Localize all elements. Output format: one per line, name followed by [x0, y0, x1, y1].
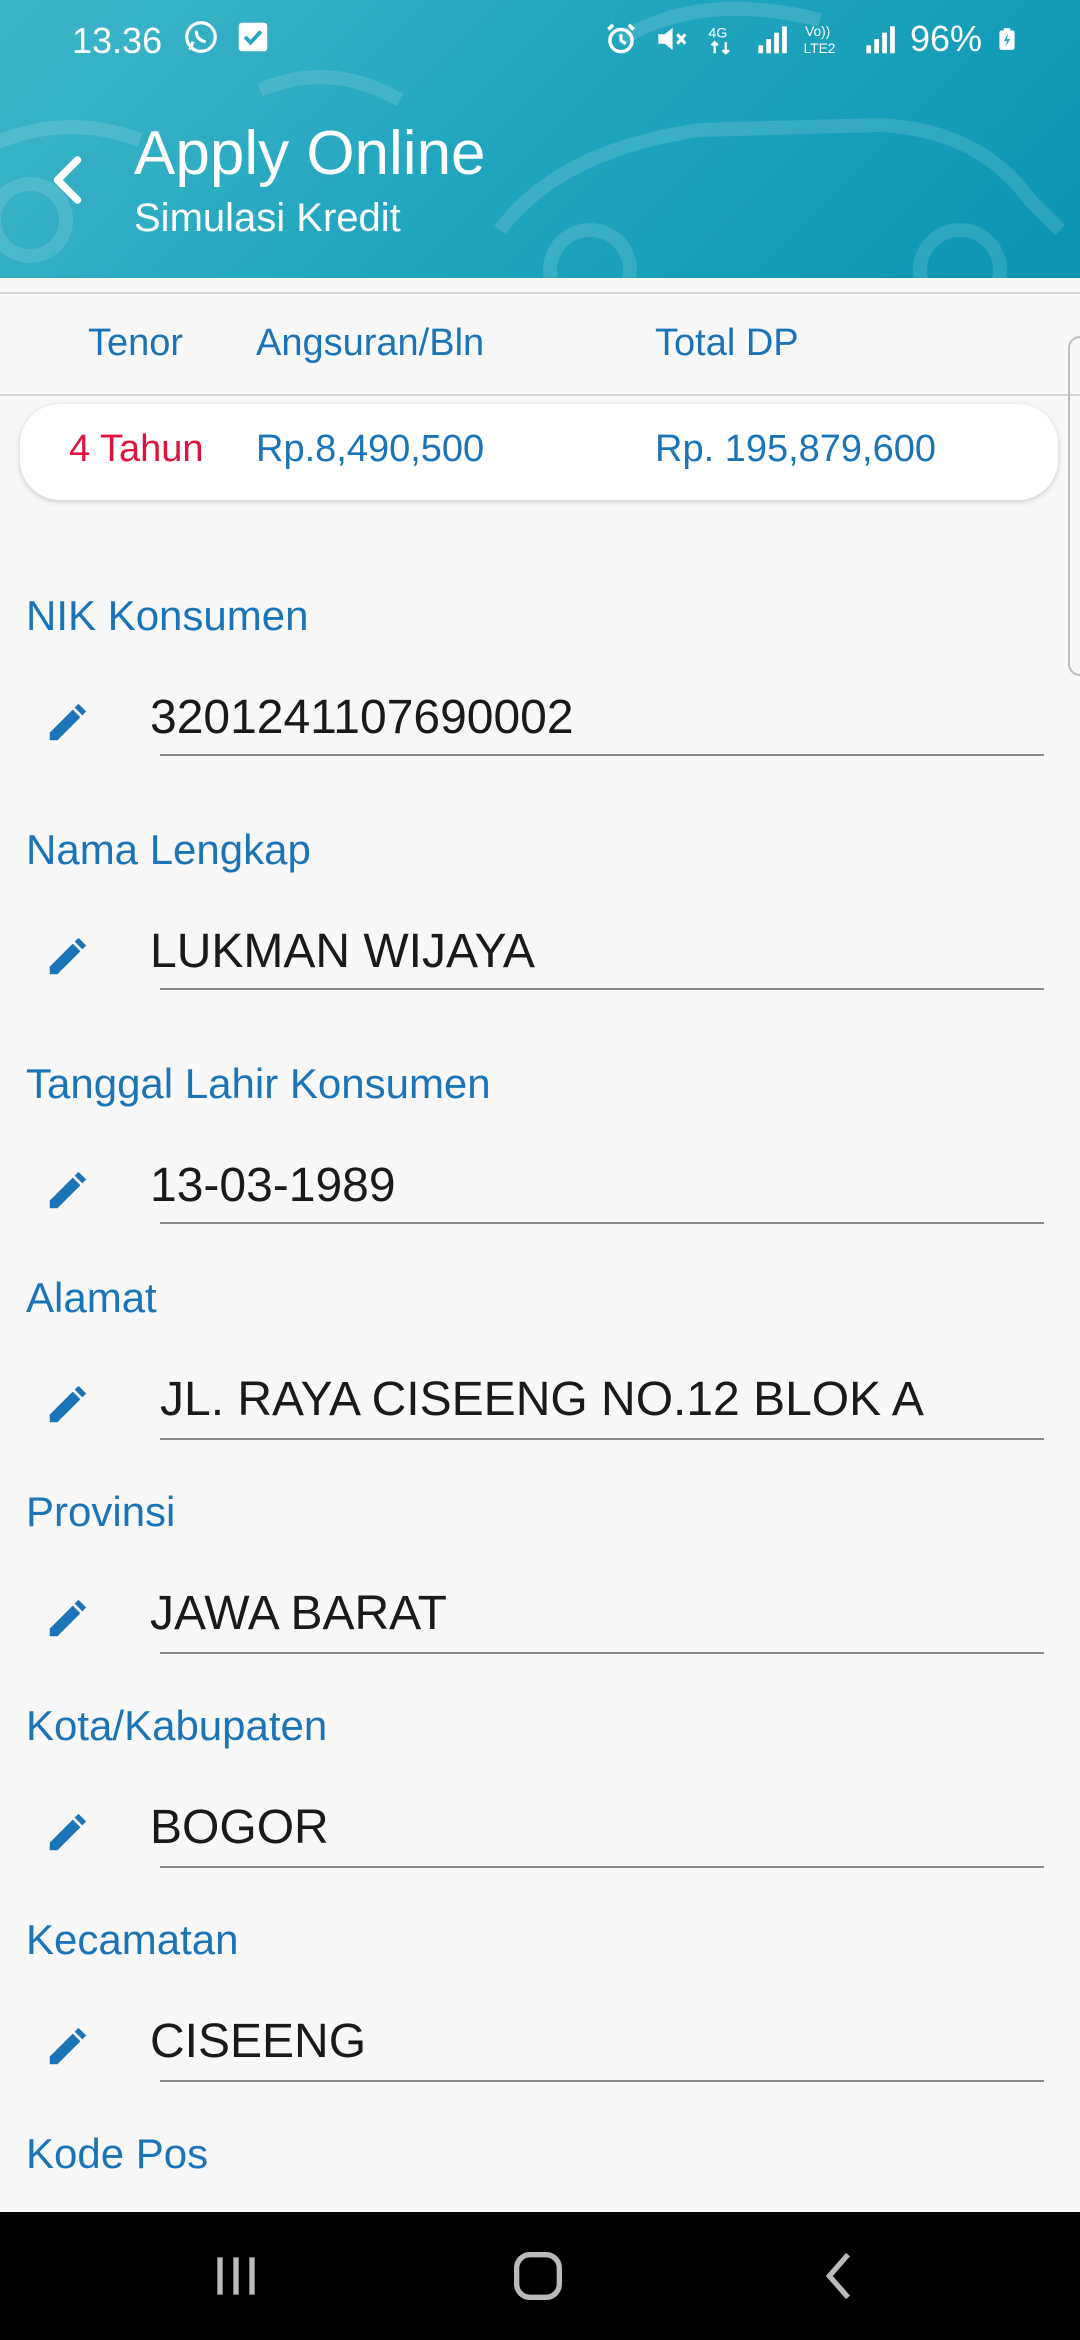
- angsuran-value: Rp.8,490,500: [256, 428, 485, 470]
- total-dp-value: Rp. 195,879,600: [655, 428, 937, 470]
- column-header-total-dp: Total DP: [655, 322, 799, 364]
- nama-lengkap-field[interactable]: LUKMAN WIJAYA: [150, 924, 535, 979]
- pencil-icon[interactable]: [44, 2024, 90, 2070]
- recents-icon[interactable]: [204, 2244, 268, 2308]
- label-alamat: Alamat: [26, 1274, 157, 1321]
- pencil-icon[interactable]: [44, 1168, 90, 1214]
- provinsi-underline: [160, 1652, 1044, 1654]
- header-bar: 13.36 4G Vo)) LTE2 96% Apply Online Simu…: [0, 0, 1080, 278]
- pencil-icon[interactable]: [44, 934, 90, 980]
- provinsi-field[interactable]: JAWA BARAT: [150, 1586, 447, 1641]
- tenor-value: 4 Tahun: [69, 428, 204, 470]
- battery-percent: 96%: [909, 18, 982, 59]
- pencil-icon[interactable]: [44, 1382, 90, 1428]
- page-subtitle: Simulasi Kredit: [134, 196, 401, 240]
- summary-table-header: Tenor Angsuran/Bln Total DP: [0, 292, 1080, 396]
- volte-lte2-icon: Vo)) LTE2: [803, 24, 835, 56]
- mute-icon: [658, 27, 687, 51]
- status-bar: 13.36 4G Vo)) LTE2 96%: [0, 0, 1080, 82]
- kecamatan-underline: [160, 2080, 1044, 2082]
- tanggal-lahir-field[interactable]: 13-03-1989: [150, 1158, 396, 1213]
- signal2-icon: [866, 26, 895, 54]
- kota-kabupaten-field[interactable]: BOGOR: [150, 1800, 329, 1855]
- alamat-underline: [160, 1438, 1044, 1440]
- svg-text:LTE2: LTE2: [803, 41, 835, 56]
- label-provinsi: Provinsi: [26, 1488, 176, 1535]
- pencil-icon[interactable]: [44, 700, 90, 746]
- nik-konsumen-underline: [160, 754, 1044, 756]
- alarm-icon: [607, 23, 635, 54]
- summary-table-row[interactable]: 4 Tahun Rp.8,490,500 Rp. 195,879,600: [20, 404, 1058, 500]
- pencil-icon[interactable]: [44, 1810, 90, 1856]
- signal-icon: [758, 26, 787, 54]
- kecamatan-field[interactable]: CISEENG: [150, 2014, 366, 2069]
- column-header-tenor: Tenor: [88, 322, 184, 364]
- pencil-icon[interactable]: [44, 1596, 90, 1642]
- svg-text:Vo)): Vo)): [805, 24, 830, 39]
- svg-text:4G: 4G: [708, 25, 727, 41]
- nama-lengkap-underline: [160, 988, 1044, 990]
- nik-konsumen-field[interactable]: 3201241107690002: [150, 690, 574, 745]
- label-kecamatan: Kecamatan: [26, 1916, 239, 1963]
- column-header-angsuran: Angsuran/Bln: [256, 322, 485, 364]
- status-time: 13.36: [72, 20, 163, 61]
- label-kota-kabupaten: Kota/Kabupaten: [26, 1702, 328, 1749]
- back-arrow-button[interactable]: [40, 150, 100, 210]
- navigation-bar: [0, 2212, 1080, 2340]
- 4g-icon: 4G: [708, 25, 730, 55]
- kota-kabupaten-underline: [160, 1866, 1044, 1868]
- label-kode-pos: Kode Pos: [26, 2130, 209, 2177]
- label-tanggal-lahir: Tanggal Lahir Konsumen: [26, 1060, 491, 1107]
- tanggal-lahir-underline: [160, 1222, 1044, 1224]
- back-icon[interactable]: [808, 2244, 872, 2308]
- whatsapp-icon: [185, 21, 217, 53]
- alamat-field[interactable]: JL. RAYA CISEENG NO.12 BLOK A: [160, 1372, 924, 1427]
- label-nik-konsumen: NIK Konsumen: [26, 592, 309, 639]
- battery-charging-icon: [999, 28, 1015, 50]
- page-title: Apply Online: [134, 119, 486, 188]
- scrollbar[interactable]: [1068, 336, 1080, 676]
- check-box-icon: [238, 22, 268, 52]
- label-nama-lengkap: Nama Lengkap: [26, 826, 311, 873]
- home-icon[interactable]: [506, 2244, 570, 2308]
